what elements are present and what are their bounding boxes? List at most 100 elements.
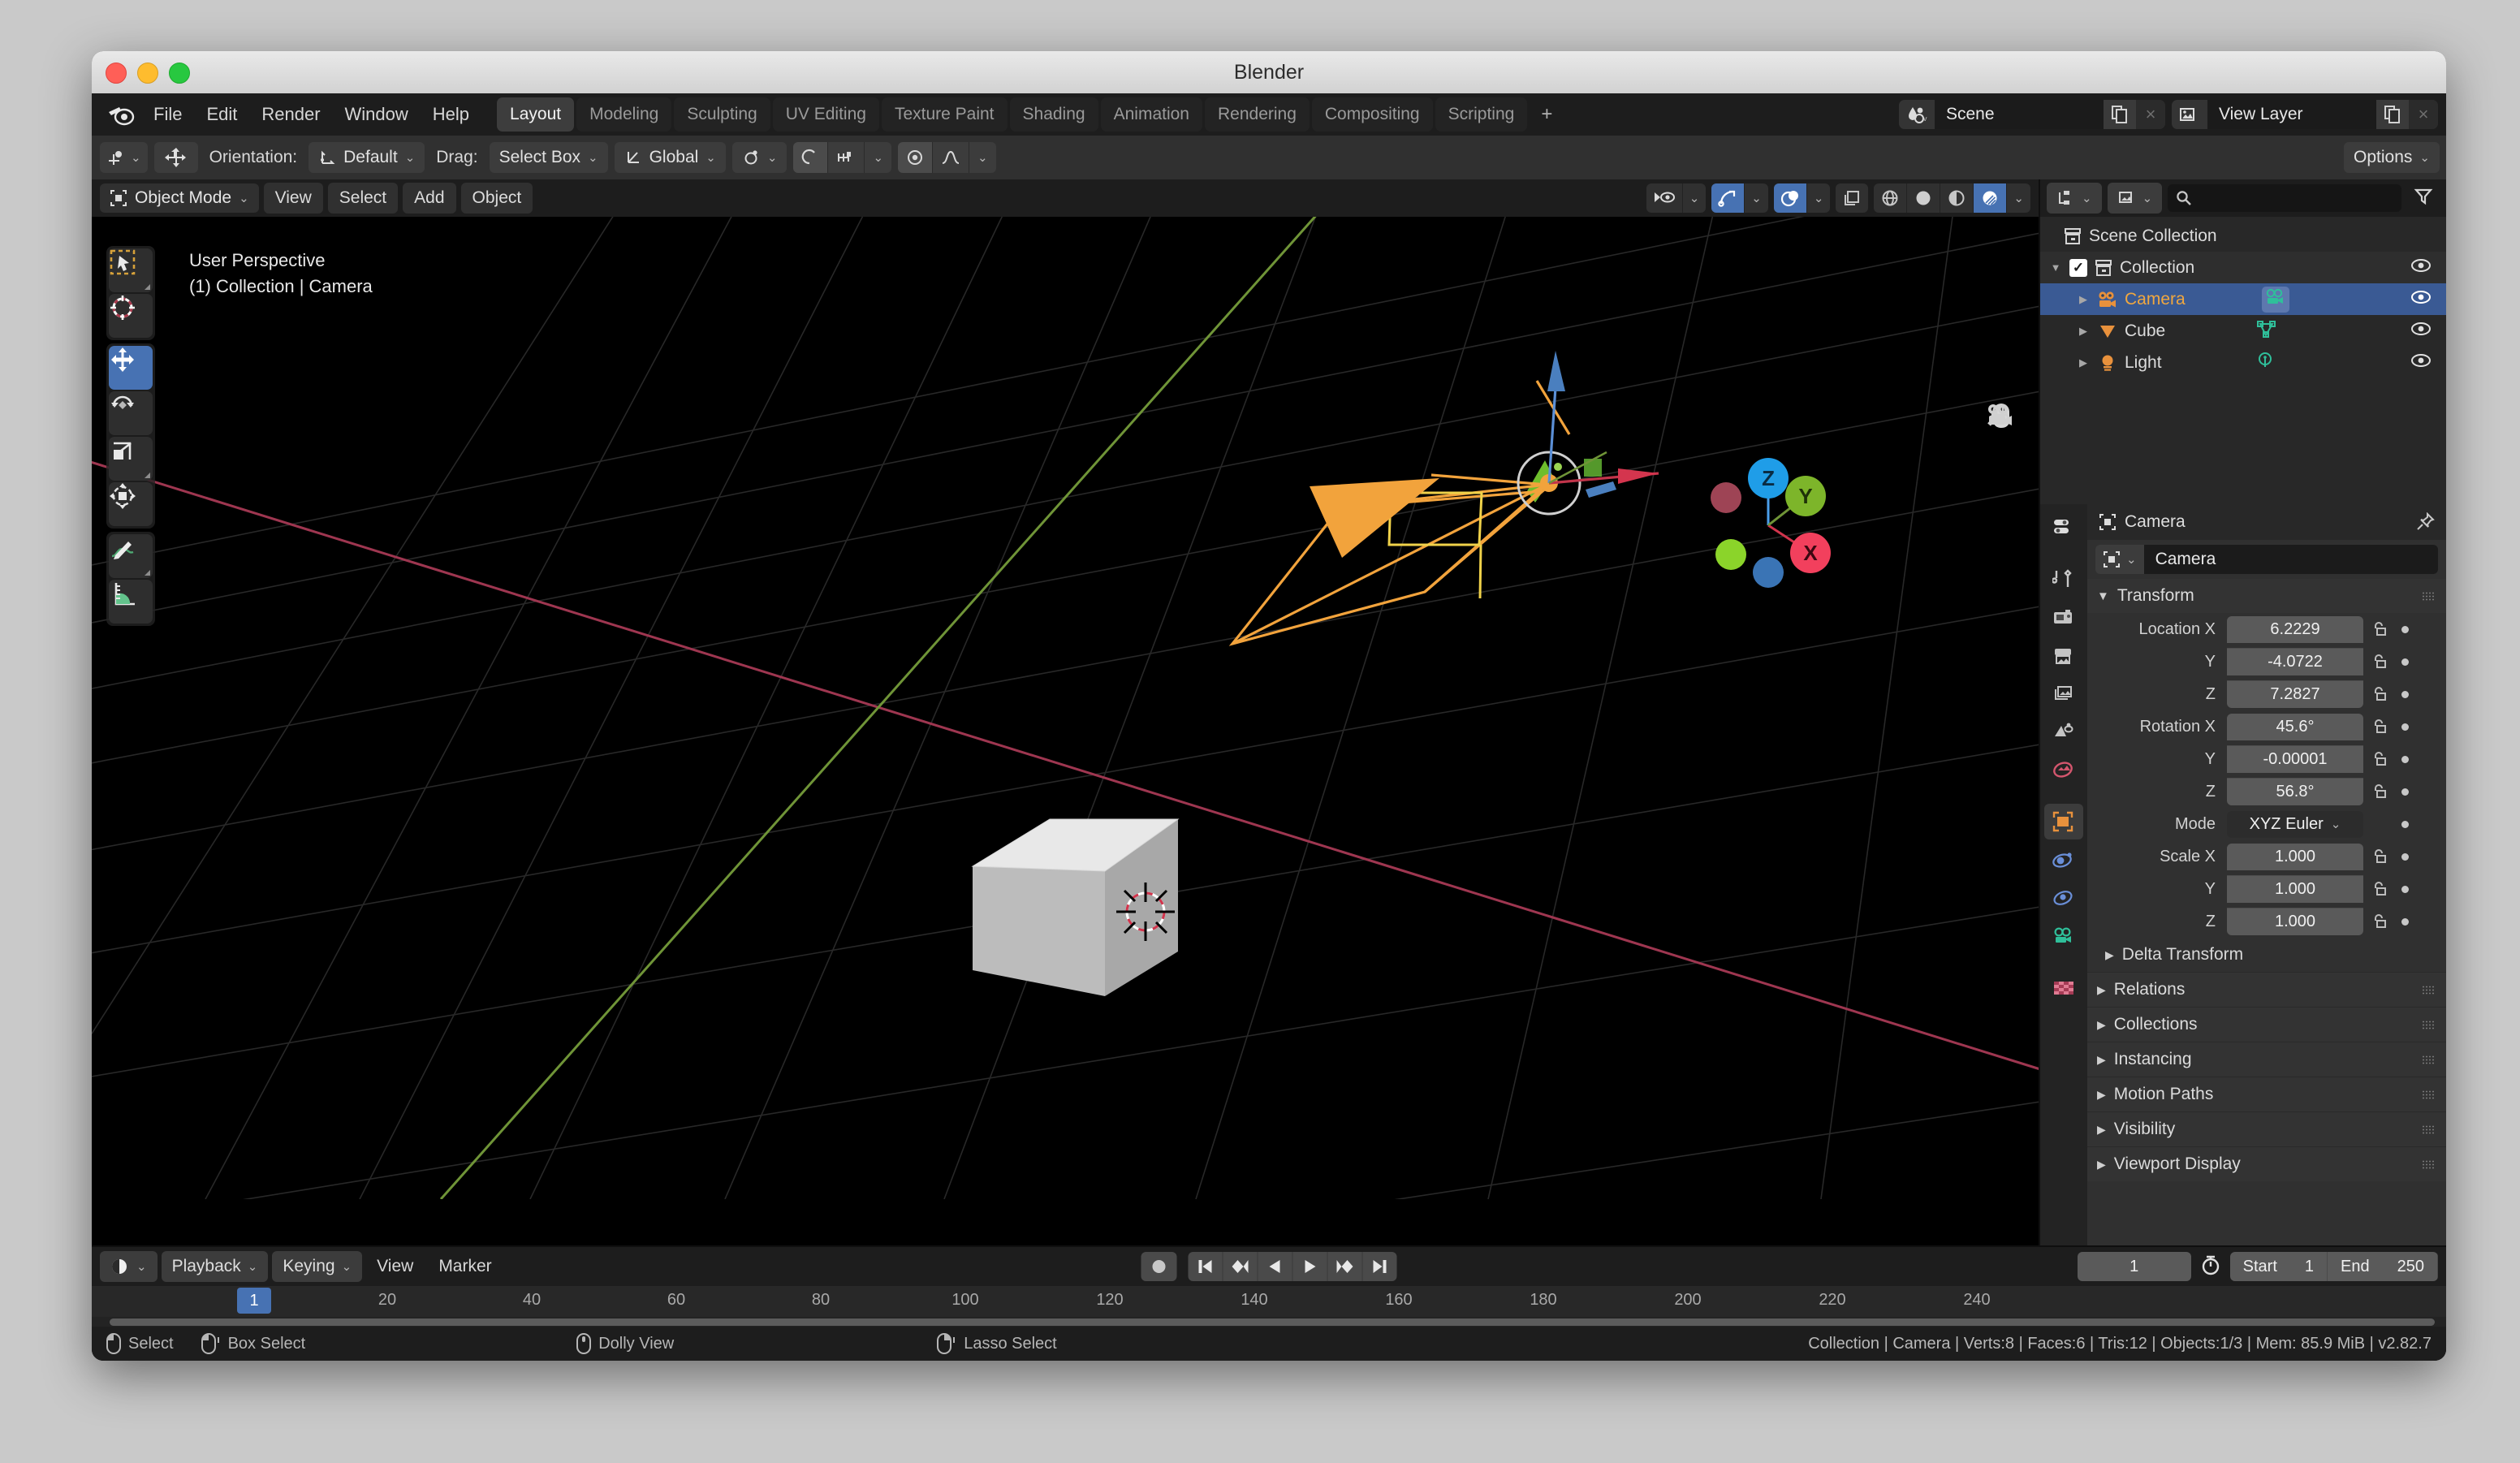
show-overlays-icon[interactable] xyxy=(1773,183,1806,213)
scale-y-input[interactable]: 1.000 xyxy=(2227,875,2363,903)
tab-modeling[interactable]: Modeling xyxy=(576,97,672,132)
tab-sculpting[interactable]: Sculpting xyxy=(674,97,770,132)
outliner-row-camera[interactable]: ▶ Camera xyxy=(2040,283,2446,315)
transform-tool[interactable] xyxy=(109,482,153,526)
falloff-curve-icon[interactable] xyxy=(933,142,970,173)
move-gizmo-icon[interactable] xyxy=(153,142,198,173)
remove-scene-button[interactable]: × xyxy=(2136,100,2165,129)
scene-name[interactable]: Scene xyxy=(1935,100,2104,129)
viewport-display-panel-header[interactable]: ▶ Viewport Display xyxy=(2087,1146,2446,1181)
play-button[interactable] xyxy=(1292,1252,1328,1281)
transform-space-dropdown[interactable]: Global ⌄ xyxy=(614,142,726,173)
mesh-data-icon[interactable] xyxy=(2256,320,2277,343)
wireframe-shading-icon[interactable] xyxy=(1874,183,1906,213)
overlays-chevron-icon[interactable]: ⌄ xyxy=(1806,183,1831,213)
visibility-chevron-icon[interactable]: ⌄ xyxy=(1681,183,1707,213)
visibility-eye-icon[interactable] xyxy=(2410,321,2432,342)
annotate-tool[interactable] xyxy=(109,534,153,578)
visibility-group[interactable]: ⌄ xyxy=(1646,183,1707,213)
visibility-eye-icon[interactable] xyxy=(2410,257,2432,278)
camera-data-icon[interactable] xyxy=(2261,286,2289,313)
disclosure-cube[interactable]: ▶ xyxy=(2076,325,2091,338)
object-mode-dropdown[interactable]: Object Mode ⌄ xyxy=(100,183,259,213)
menu-file[interactable]: File xyxy=(142,99,193,130)
rotation-y-input[interactable]: -0.00001 xyxy=(2227,745,2363,773)
shading-chevron-icon[interactable]: ⌄ xyxy=(2006,183,2030,213)
blender-logo-icon[interactable] xyxy=(105,101,137,128)
tab-texture-paint[interactable]: Texture Paint xyxy=(881,97,1008,132)
shading-group[interactable]: ⌄ xyxy=(1874,183,2030,213)
proportional-group[interactable]: ⌄ xyxy=(898,142,996,173)
rendered-shading-icon[interactable] xyxy=(1973,183,2007,213)
pin-icon[interactable] xyxy=(2415,511,2435,536)
remove-view-layer-button[interactable]: × xyxy=(2409,100,2438,129)
previous-keyframe-button[interactable] xyxy=(1223,1252,1258,1281)
object-name-input[interactable]: Camera xyxy=(2143,545,2438,574)
visibility-eye-icon[interactable] xyxy=(2410,352,2432,373)
playhead[interactable]: 1 xyxy=(237,1288,271,1314)
world-tab[interactable] xyxy=(2044,752,2083,788)
tab-animation[interactable]: Animation xyxy=(1100,97,1202,132)
animate-property-dot[interactable] xyxy=(2394,625,2415,633)
animate-property-dot[interactable] xyxy=(2394,658,2415,666)
proportional-edit-icon[interactable] xyxy=(793,142,829,173)
texture-tab[interactable] xyxy=(2044,970,2083,1006)
menu-edit[interactable]: Edit xyxy=(195,99,248,130)
outliner-row-scene-collection[interactable]: Scene Collection xyxy=(2040,220,2446,252)
orientation-dropdown[interactable]: Default ⌄ xyxy=(309,142,425,173)
object-visibility-icon[interactable] xyxy=(1646,183,1682,213)
collections-panel-header[interactable]: ▶ Collections xyxy=(2087,1007,2446,1042)
gizmo-chevron-icon[interactable]: ⌄ xyxy=(1744,183,1768,213)
rotation-x-input[interactable]: 45.6° xyxy=(2227,713,2363,740)
disclosure-light[interactable]: ▶ xyxy=(2076,356,2091,369)
scale-z-input[interactable]: 1.000 xyxy=(2227,908,2363,935)
object-tab[interactable] xyxy=(2044,804,2083,839)
motion-paths-panel-header[interactable]: ▶ Motion Paths xyxy=(2087,1077,2446,1111)
gizmo-group[interactable]: ⌄ xyxy=(1711,183,1768,213)
output-tab[interactable] xyxy=(2044,637,2083,673)
start-frame-field[interactable]: Start 1 xyxy=(2229,1252,2328,1281)
snap-chevron-icon[interactable]: ⌄ xyxy=(865,142,892,173)
timeline-menu-view[interactable]: View xyxy=(366,1251,424,1282)
xray-toggle-icon[interactable] xyxy=(1836,183,1868,213)
transform-panel-header[interactable]: ▼ Transform xyxy=(2087,579,2446,613)
snap-group[interactable]: ⌄ xyxy=(793,142,892,173)
new-scene-button[interactable] xyxy=(2104,100,2136,129)
scene-icon[interactable]: v xyxy=(1899,100,1935,129)
snap-magnet-icon[interactable] xyxy=(828,142,865,173)
tab-rendering[interactable]: Rendering xyxy=(1204,97,1310,132)
outliner-search-input[interactable] xyxy=(2168,184,2401,212)
visibility-panel-header[interactable]: ▶ Visibility xyxy=(2087,1111,2446,1146)
material-preview-icon[interactable] xyxy=(1940,183,1973,213)
physics-tab[interactable] xyxy=(2044,880,2083,916)
animate-property-dot[interactable] xyxy=(2394,788,2415,796)
rotate-tool[interactable] xyxy=(109,391,153,435)
lock-icon[interactable] xyxy=(2363,880,2394,898)
move-tool[interactable] xyxy=(109,346,153,390)
properties-editor-type-button[interactable] xyxy=(2044,509,2083,545)
viewport-menu-view[interactable]: View xyxy=(263,183,323,214)
new-view-layer-button[interactable] xyxy=(2376,100,2409,129)
viewport-canvas[interactable]: Z Y X User Perspective (1) Collection | … xyxy=(92,217,2039,1281)
menu-render[interactable]: Render xyxy=(250,99,331,130)
modifiers-tab[interactable] xyxy=(2044,842,2083,878)
instancing-panel-header[interactable]: ▶ Instancing xyxy=(2087,1042,2446,1077)
lock-icon[interactable] xyxy=(2363,913,2394,930)
add-workspace-button[interactable]: + xyxy=(1530,98,1564,131)
proportional-toggle-icon[interactable] xyxy=(898,142,934,173)
tool-tab[interactable] xyxy=(2044,561,2083,597)
solid-shading-icon[interactable] xyxy=(1906,183,1940,213)
tab-shading[interactable]: Shading xyxy=(1009,97,1098,132)
animate-property-dot[interactable] xyxy=(2394,723,2415,731)
timeline-editor-type-button[interactable]: ⌄ xyxy=(100,1251,158,1282)
outliner-filter-icon[interactable] xyxy=(2407,187,2440,210)
options-dropdown[interactable]: Options ⌄ xyxy=(2344,142,2440,173)
record-button[interactable] xyxy=(1141,1252,1177,1281)
pivot-point-dropdown[interactable]: ⌄ xyxy=(731,142,788,173)
play-reverse-button[interactable] xyxy=(1258,1252,1293,1281)
object-data-tab[interactable] xyxy=(2044,918,2083,954)
collection-checkbox[interactable]: ✓ xyxy=(2069,258,2087,277)
keying-dropdown[interactable]: Keying ⌄ xyxy=(272,1251,363,1282)
location-y-input[interactable]: -4.0722 xyxy=(2227,648,2363,675)
tweak-select-tool[interactable] xyxy=(109,248,153,292)
